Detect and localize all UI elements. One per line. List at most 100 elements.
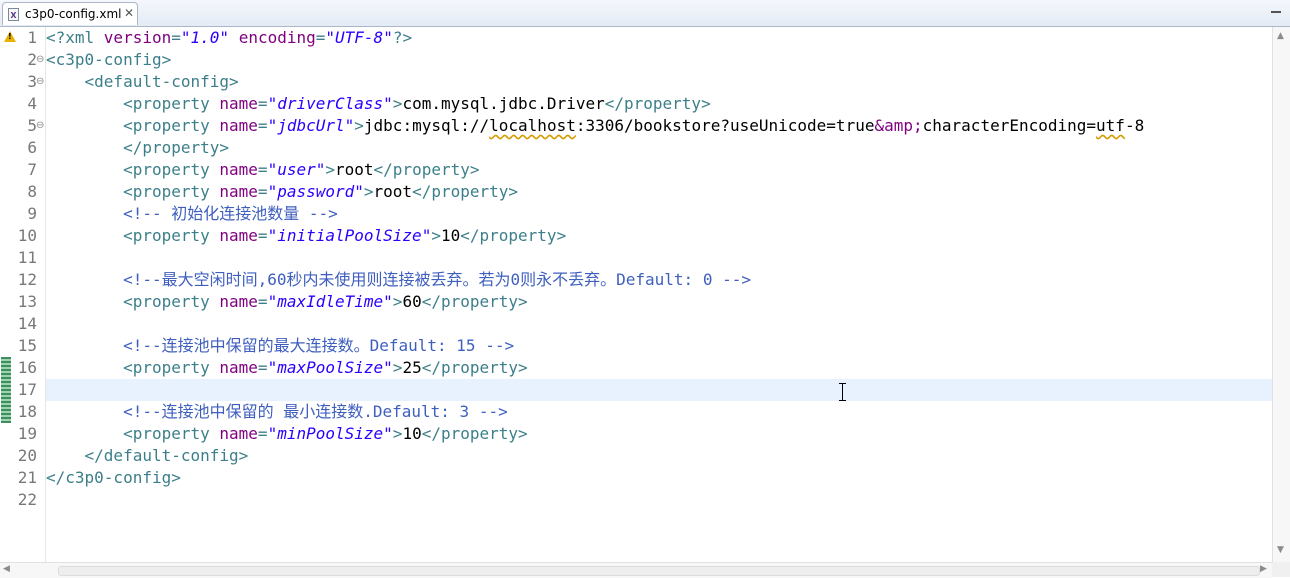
line-number: 6: [27, 138, 37, 157]
vertical-scrollbar[interactable]: ▲ ▼: [1272, 27, 1290, 562]
code-token: <property: [123, 358, 220, 377]
code-token: </property>: [421, 358, 528, 377]
code-line[interactable]: </property>: [46, 137, 1272, 159]
code-line[interactable]: <!--最大空闲时间,60秒内未使用则连接被丢弃。若为0则永不丢弃。Defaul…: [46, 269, 1272, 291]
line-number: 19: [17, 424, 37, 443]
code-token: <property: [123, 94, 220, 113]
code-token: <?xml: [46, 28, 104, 47]
code-line[interactable]: <!--连接池中保留的最大连接数。Default: 15 -->: [46, 335, 1272, 357]
code-token: =: [257, 94, 268, 113]
code-token: utf: [1096, 116, 1125, 135]
scroll-left-icon[interactable]: ◀: [3, 564, 10, 574]
close-icon[interactable]: ✕: [124, 6, 134, 20]
code-token: ?>: [392, 28, 413, 47]
code-token: </c3p0-config>: [46, 468, 181, 487]
fold-toggle-icon[interactable]: ⊖: [36, 49, 44, 71]
line-number: 4: [27, 94, 37, 113]
horizontal-scroll-thumb[interactable]: [58, 566, 1260, 576]
line-number: 16: [17, 358, 37, 377]
code-token: <property: [123, 424, 220, 443]
scrollbar-corner: [1272, 562, 1290, 577]
code-token: &amp;: [874, 116, 923, 135]
code-line[interactable]: <property name="driverClass">com.mysql.j…: [46, 93, 1272, 115]
line-number: 15: [17, 336, 37, 355]
code-line[interactable]: <property name="maxIdleTime">60</propert…: [46, 291, 1272, 313]
horizontal-scrollbar[interactable]: ◀ ▶: [0, 562, 1272, 578]
editor-tab[interactable]: X c3p0-config.xml ✕: [2, 2, 138, 25]
code-token: =: [257, 424, 268, 443]
scroll-right-icon[interactable]: ▶: [1260, 564, 1267, 574]
code-token: </property>: [421, 424, 528, 443]
line-number: 20: [17, 446, 37, 465]
code-token: "driverClass": [267, 94, 393, 113]
code-token: "UTF-8": [325, 28, 393, 47]
code-line[interactable]: <?xml version="1.0" encoding="UTF-8"?>: [46, 27, 1272, 49]
code-line[interactable]: [46, 379, 1272, 401]
code-line[interactable]: [46, 313, 1272, 335]
code-line[interactable]: <property name="maxPoolSize">25</propert…: [46, 357, 1272, 379]
code-token: -8: [1124, 116, 1145, 135]
code-editor[interactable]: 12345678910111213141516171819202122⊖⊖⊖ <…: [0, 27, 1272, 562]
code-line[interactable]: <property name="initialPoolSize">10</pro…: [46, 225, 1272, 247]
code-token: =: [257, 358, 268, 377]
code-line[interactable]: <c3p0-config>: [46, 49, 1272, 71]
code-token: "maxPoolSize": [267, 358, 393, 377]
code-token: >: [392, 292, 403, 311]
fold-toggle-icon[interactable]: ⊖: [36, 71, 44, 93]
scroll-up-icon[interactable]: ▲: [1277, 31, 1284, 41]
line-number: 8: [27, 182, 37, 201]
code-token: <property: [123, 292, 220, 311]
code-token: :3306/bookstore?useUnicode=true: [575, 116, 875, 135]
scroll-down-icon[interactable]: ▼: [1277, 545, 1284, 555]
code-token: =: [257, 182, 268, 201]
line-number: 7: [27, 160, 37, 179]
line-number: 12: [17, 270, 37, 289]
code-line[interactable]: <property name="user">root</property>: [46, 159, 1272, 181]
code-token: </property>: [412, 182, 519, 201]
code-line[interactable]: <!--连接池中保留的 最小连接数.Default: 3 -->: [46, 401, 1272, 423]
code-token: root: [373, 182, 413, 201]
code-token: >: [431, 226, 441, 245]
code-token: </property>: [421, 292, 528, 311]
line-number: 22: [17, 490, 37, 509]
code-token: name: [219, 424, 258, 443]
code-token: >: [354, 116, 364, 135]
code-token: </property>: [604, 94, 711, 113]
code-token: 10: [440, 226, 461, 245]
code-token: name: [219, 94, 258, 113]
code-line[interactable]: <property name="password">root</property…: [46, 181, 1272, 203]
fold-toggle-icon[interactable]: ⊖: [36, 115, 44, 137]
code-token: version: [103, 28, 172, 47]
line-number: 13: [17, 292, 37, 311]
code-line[interactable]: <default-config>: [46, 71, 1272, 93]
code-token: name: [219, 292, 258, 311]
line-number: 11: [17, 248, 37, 267]
minimize-icon[interactable]: [1268, 2, 1284, 18]
code-line[interactable]: </c3p0-config>: [46, 467, 1272, 489]
code-line[interactable]: [46, 489, 1272, 511]
code-token: <default-config>: [84, 72, 239, 91]
code-token: "maxIdleTime": [267, 292, 393, 311]
code-token: </property>: [373, 160, 480, 179]
code-token: >: [325, 160, 335, 179]
code-line[interactable]: <property name="jdbcUrl">jdbc:mysql://lo…: [46, 115, 1272, 137]
code-line[interactable]: [46, 247, 1272, 269]
code-token: =: [257, 226, 268, 245]
code-area[interactable]: <?xml version="1.0" encoding="UTF-8"?> <c…: [46, 27, 1272, 562]
code-token: com.mysql.jdbc.Driver: [402, 94, 605, 113]
xml-file-icon: X: [8, 8, 19, 21]
code-token: =: [257, 116, 268, 135]
code-line[interactable]: <property name="minPoolSize">10</propert…: [46, 423, 1272, 445]
code-token: >: [363, 182, 374, 201]
tab-title: c3p0-config.xml: [25, 7, 122, 21]
code-line[interactable]: <!-- 初始化连接池数量 -->: [46, 203, 1272, 225]
line-number: 10: [17, 226, 37, 245]
editor-tab-bar: X c3p0-config.xml ✕: [0, 0, 1290, 27]
code-token: "jdbcUrl": [267, 116, 355, 135]
code-line[interactable]: </default-config>: [46, 445, 1272, 467]
code-token: =: [315, 28, 326, 47]
